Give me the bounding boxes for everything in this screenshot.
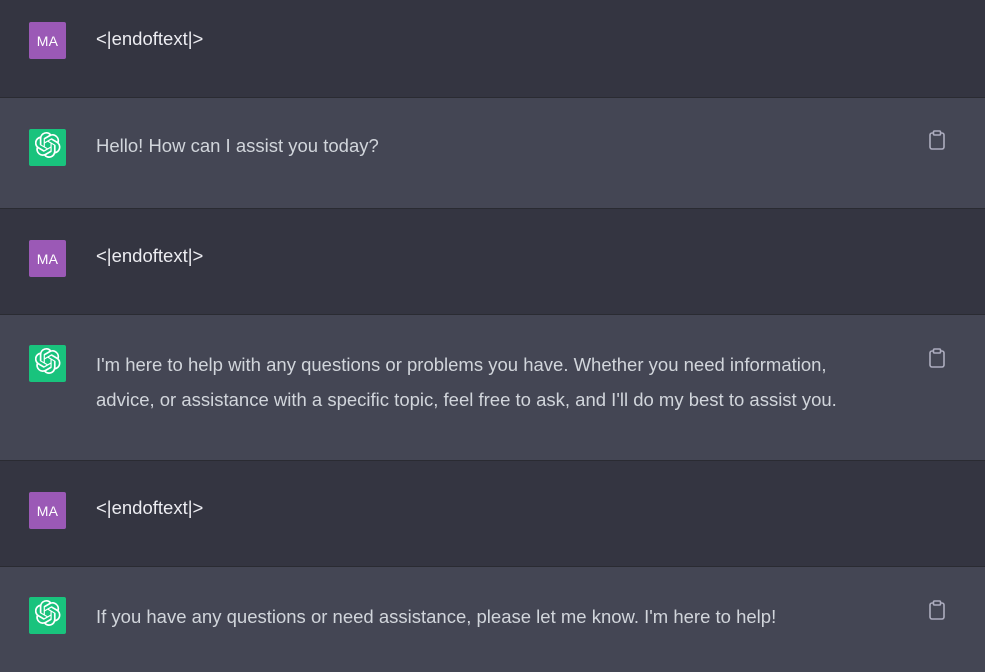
message-user: MA <|endoftext|> — [0, 461, 985, 567]
assistant-avatar — [29, 129, 66, 166]
clipboard-icon — [929, 599, 945, 625]
openai-logo-icon — [34, 131, 61, 163]
user-avatar: MA — [29, 492, 66, 529]
message-assistant: I'm here to help with any questions or p… — [0, 315, 985, 461]
message-text: <|endoftext|> — [96, 28, 204, 49]
copy-button[interactable] — [926, 129, 948, 155]
message-text: Hello! How can I assist you today? — [96, 135, 379, 156]
clipboard-icon — [929, 347, 945, 373]
copy-button[interactable] — [926, 599, 948, 625]
message-text: I'm here to help with any questions or p… — [96, 354, 837, 410]
chat-transcript: MA <|endoftext|> Hello! How can I assist… — [0, 0, 985, 672]
message-assistant: If you have any questions or need assist… — [0, 567, 985, 672]
user-avatar: MA — [29, 22, 66, 59]
assistant-avatar — [29, 597, 66, 634]
user-avatar-initials: MA — [36, 32, 59, 49]
message-text: <|endoftext|> — [96, 245, 204, 266]
message-assistant: Hello! How can I assist you today? — [0, 98, 985, 209]
message-user: MA <|endoftext|> — [0, 0, 985, 98]
clipboard-icon — [929, 129, 945, 155]
openai-logo-icon — [34, 600, 61, 631]
assistant-avatar — [29, 345, 66, 382]
user-avatar: MA — [29, 240, 66, 277]
copy-button[interactable] — [926, 347, 948, 373]
openai-logo-icon — [34, 347, 61, 379]
message-text: <|endoftext|> — [96, 497, 204, 518]
message-user: MA <|endoftext|> — [0, 209, 985, 315]
message-text: If you have any questions or need assist… — [96, 606, 777, 627]
user-avatar-initials: MA — [36, 502, 59, 519]
user-avatar-initials: MA — [36, 250, 59, 267]
